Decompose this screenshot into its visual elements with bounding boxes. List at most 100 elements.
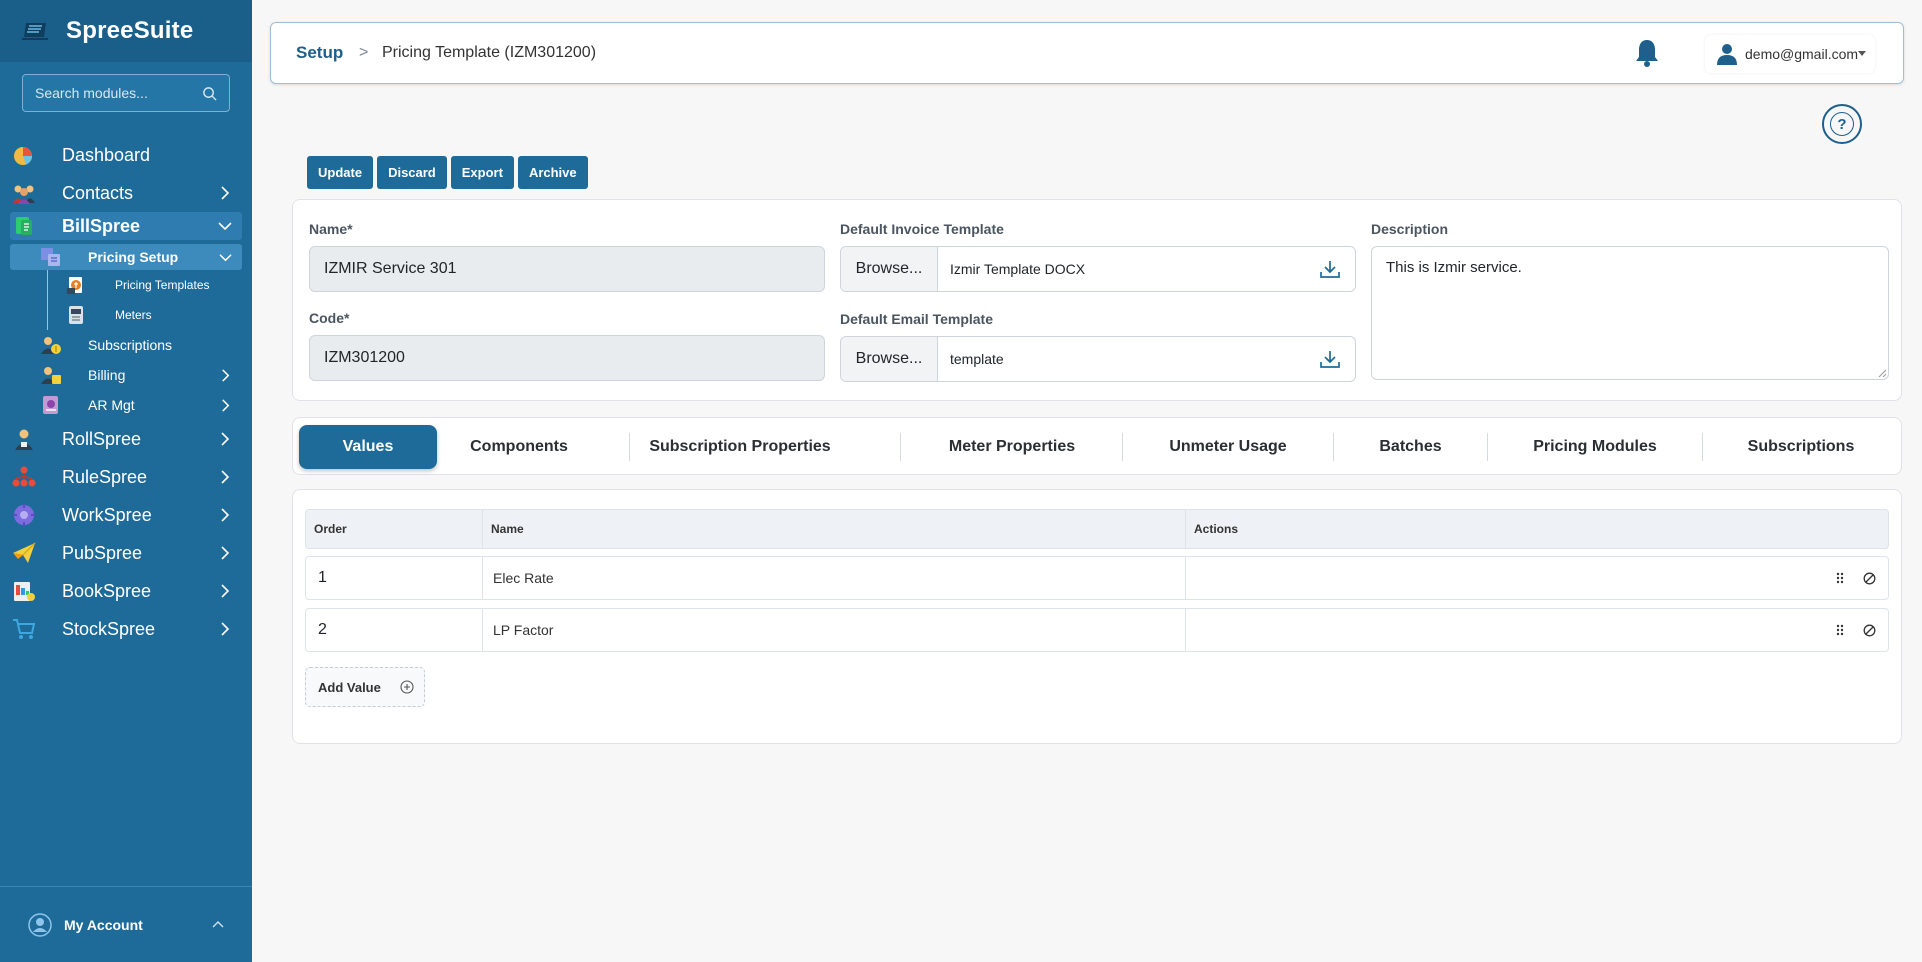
pricing-setup-icon [41, 248, 60, 266]
paper-plane-icon [13, 542, 36, 563]
sidebar-item-label: Meters [115, 308, 152, 322]
sidebar-item-bookspree[interactable]: BookSpree [0, 572, 252, 610]
tab-meter-properties[interactable]: Meter Properties [901, 425, 1123, 469]
column-divider [1185, 609, 1186, 651]
billspree-icon [16, 217, 32, 235]
sidebar-item-meters[interactable]: Meters [0, 300, 252, 330]
sidebar-item-billspree[interactable]: BillSpree [10, 212, 242, 240]
chevron-right-icon [222, 368, 230, 382]
column-divider [1185, 557, 1186, 599]
sidebar-item-label: Pricing Setup [88, 249, 179, 265]
sidebar-item-label: StockSpree [62, 618, 156, 639]
help-button[interactable]: ? [1822, 104, 1862, 144]
row-name: Elec Rate [493, 570, 554, 586]
add-value-button[interactable]: Add Value [305, 667, 425, 707]
sidebar-item-rollspree[interactable]: RollSpree [0, 420, 252, 458]
sidebar-item-ar-mgt[interactable]: AR Mgt [0, 390, 252, 420]
tab-values[interactable]: Values [299, 425, 437, 469]
sidebar-item-billing[interactable]: Billing [0, 360, 252, 390]
tab-batches[interactable]: Batches [1334, 425, 1487, 469]
sidebar-item-label: AR Mgt [88, 397, 135, 413]
sidebar-item-workspree[interactable]: WorkSpree [0, 496, 252, 534]
tab-components[interactable]: Components [437, 425, 601, 469]
my-account[interactable]: My Account [0, 886, 252, 962]
add-value-label: Add Value [318, 679, 381, 695]
table-row: 1 Elec Rate [305, 556, 1889, 600]
search-icon [203, 86, 217, 101]
drag-handle-icon[interactable] [1834, 572, 1846, 584]
invoice-browse-button[interactable]: Browse... [841, 247, 938, 291]
sidebar: SpreeSuite Dashboard Contacts [0, 0, 252, 962]
download-icon[interactable] [1319, 348, 1341, 370]
user-icon [1717, 44, 1737, 65]
module-search[interactable] [22, 74, 230, 112]
sidebar-item-label: Subscriptions [88, 337, 173, 353]
action-toolbar: Update Discard Export Archive [307, 156, 588, 189]
code-field[interactable]: IZM301200 [309, 335, 825, 381]
top-header: Setup > Pricing Template (IZM301200) dem… [270, 22, 1904, 84]
user-circle-icon [28, 912, 52, 937]
sidebar-item-label: RuleSpree [62, 466, 148, 487]
module-search-input[interactable] [35, 85, 202, 101]
download-icon[interactable] [1319, 258, 1341, 280]
plus-circle-icon [400, 680, 414, 694]
breadcrumb-current-page: Pricing Template (IZM301200) [382, 44, 597, 61]
drag-handle-icon[interactable] [1834, 624, 1846, 636]
sidebar-item-contacts[interactable]: Contacts [0, 174, 252, 212]
chevron-down-icon [218, 222, 232, 231]
breadcrumb-separator: > [359, 44, 369, 61]
update-button[interactable]: Update [307, 156, 374, 189]
export-button[interactable]: Export [450, 156, 514, 189]
description-text: This is Izmir service. [1386, 259, 1522, 276]
sidebar-item-stockspree[interactable]: StockSpree [0, 610, 252, 648]
shopping-cart-icon [13, 619, 36, 639]
disable-icon[interactable] [1863, 572, 1876, 585]
archive-button[interactable]: Archive [517, 156, 588, 189]
brand[interactable]: SpreeSuite [0, 0, 252, 62]
help-icon: ? [1830, 112, 1854, 136]
tab-subscription-properties[interactable]: Subscription Properties [630, 425, 850, 469]
email-template-filename: template [950, 351, 1004, 367]
resize-grip-icon[interactable] [1878, 369, 1886, 377]
tab-unmeter-usage[interactable]: Unmeter Usage [1123, 425, 1333, 469]
pricing-setup-children: Pricing Templates Meters [0, 270, 252, 330]
user-email: demo@gmail.com [1745, 46, 1859, 62]
sidebar-item-label: Pricing Templates [115, 278, 210, 292]
bookspree-icon [14, 582, 35, 601]
chevron-right-icon [221, 470, 230, 484]
discard-button[interactable]: Discard [377, 156, 447, 189]
pie-chart-icon [14, 147, 33, 165]
code-label: Code* [309, 310, 350, 326]
sidebar-item-pubspree[interactable]: PubSpree [0, 534, 252, 572]
app-name: SpreeSuite [66, 17, 194, 44]
tab-subscriptions[interactable]: Subscriptions [1703, 425, 1899, 469]
sidebar-item-pricing-setup[interactable]: Pricing Setup [10, 244, 242, 270]
chevron-right-icon [221, 186, 230, 200]
breadcrumb-setup[interactable]: Setup [296, 43, 343, 63]
description-label: Description [1371, 221, 1449, 237]
sidebar-item-pricing-templates[interactable]: Pricing Templates [0, 270, 252, 300]
description-textarea[interactable]: This is Izmir service. [1371, 246, 1889, 380]
tab-pricing-modules[interactable]: Pricing Modules [1488, 425, 1702, 469]
sidebar-item-dashboard[interactable]: Dashboard [0, 136, 252, 174]
row-order-input[interactable]: 2 [306, 609, 482, 651]
chevron-right-icon [221, 584, 230, 598]
rulespree-icon [12, 466, 36, 487]
values-panel: Order Name Actions 1 Elec Rate 2 LP Fact… [292, 489, 1902, 744]
disable-icon[interactable] [1863, 624, 1876, 637]
email-browse-button[interactable]: Browse... [841, 337, 938, 381]
contacts-icon [13, 185, 35, 204]
caret-down-icon [1858, 51, 1866, 56]
template-details-form: Name* IZMIR Service 301 Code* IZM301200 … [292, 199, 1902, 401]
sidebar-item-rulespree[interactable]: RuleSpree [0, 458, 252, 496]
row-order-input[interactable]: 1 [306, 557, 482, 599]
sidebar-item-subscriptions[interactable]: Subscriptions [0, 330, 252, 360]
column-header-actions: Actions [1194, 522, 1239, 536]
my-account-label: My Account [64, 916, 143, 933]
sidebar-item-label: WorkSpree [62, 504, 152, 525]
user-menu-button[interactable]: demo@gmail.com [1705, 35, 1875, 73]
sidebar-item-label: BillSpree [62, 215, 141, 236]
bell-icon[interactable] [1633, 38, 1661, 68]
chevron-right-icon [222, 398, 230, 412]
name-field[interactable]: IZMIR Service 301 [309, 246, 825, 292]
